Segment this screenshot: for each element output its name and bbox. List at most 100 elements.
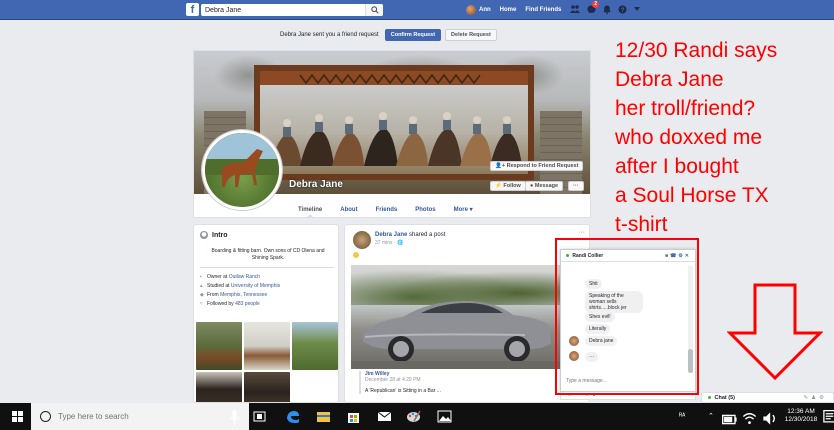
intro-work: ▪ Owner at Outlaw Ranch bbox=[200, 273, 280, 282]
divider bbox=[200, 267, 334, 268]
photo-thumbnail[interactable] bbox=[244, 322, 290, 370]
post-header: Debra Jane shared a post bbox=[375, 232, 445, 238]
post-timestamp[interactable]: 37 mins · 🌐 bbox=[375, 240, 403, 246]
tab-about[interactable]: About bbox=[331, 202, 366, 218]
task-view-icon[interactable] bbox=[252, 409, 267, 424]
avatar[interactable] bbox=[353, 231, 371, 249]
taskbar-search[interactable] bbox=[31, 403, 249, 430]
photos-icon[interactable] bbox=[437, 409, 452, 424]
intro-owner-link[interactable]: Outlaw Ranch bbox=[229, 274, 260, 280]
annotation-highlight-box bbox=[555, 238, 699, 395]
system-clock[interactable]: 12:36 AM 12/30/2018 bbox=[781, 408, 821, 424]
search-button[interactable] bbox=[365, 4, 383, 16]
follow-button-label: Follow bbox=[503, 183, 521, 189]
annotation-text: 12/30 Randi says Debra Jane her troll/fr… bbox=[615, 39, 778, 236]
nav-home[interactable]: Home bbox=[500, 7, 517, 13]
tab-photos[interactable]: Photos bbox=[406, 202, 444, 218]
intro-from-link[interactable]: Memphis, Tennessee bbox=[220, 292, 267, 298]
friend-requests-icon[interactable] bbox=[570, 5, 581, 15]
edge-browser-icon[interactable] bbox=[285, 409, 300, 424]
search-input[interactable] bbox=[201, 4, 365, 16]
chat-bar-icons: ✎♟⚙ bbox=[804, 393, 827, 403]
car-image bbox=[351, 301, 561, 369]
post-image[interactable] bbox=[351, 265, 561, 369]
messages-badge: 2 bbox=[592, 0, 600, 8]
intro-card: ● Intro Boarding & fitting barn. Own son… bbox=[193, 224, 339, 403]
help-icon[interactable]: ? bbox=[618, 4, 627, 16]
chat-sidebar-bar[interactable]: Chat (5) ✎♟⚙ bbox=[701, 392, 834, 403]
store-icon[interactable] bbox=[346, 409, 361, 424]
nav-find-friends[interactable]: Find Friends bbox=[525, 7, 561, 13]
search-icon bbox=[371, 6, 379, 14]
post-author[interactable]: Debra Jane bbox=[375, 232, 407, 238]
down-arrow-icon bbox=[727, 283, 823, 381]
windows-start-icon[interactable] bbox=[12, 411, 24, 423]
photo-thumbnail[interactable] bbox=[244, 372, 290, 402]
rss-icon: ≈ bbox=[200, 301, 203, 307]
shared-post-time[interactable]: December 28 at 4:29 PM bbox=[365, 377, 559, 383]
taskbar-search-input[interactable] bbox=[58, 410, 238, 423]
post-more-button[interactable]: ··· bbox=[578, 229, 585, 236]
confirm-request-button[interactable]: Confirm Request bbox=[384, 29, 442, 41]
smiley-emoji-icon bbox=[353, 252, 359, 258]
briefcase-icon: ▪ bbox=[200, 274, 202, 280]
photo-thumbnail[interactable] bbox=[292, 372, 338, 402]
intro-hometown: ◆ From Memphis, Tennessee bbox=[200, 291, 280, 300]
windows-taskbar: ᴿᴬ ⌃ 12:36 AM 12/30/2018 bbox=[0, 403, 834, 430]
follow-button[interactable]: ⚡ Follow bbox=[490, 181, 526, 191]
intro-education: ▴ Studied at University of Memphis bbox=[200, 282, 280, 291]
mail-icon[interactable] bbox=[377, 409, 392, 424]
people-icon[interactable]: ᴿᴬ bbox=[679, 403, 685, 430]
shared-post: Jim Willey December 28 at 4:29 PM A 'Rep… bbox=[359, 371, 559, 394]
volume-icon[interactable] bbox=[762, 411, 777, 426]
notifications-icon[interactable] bbox=[603, 5, 612, 16]
wifi-icon[interactable] bbox=[742, 411, 757, 426]
facebook-top-bar: f Ann Home Find Friends 2 ? bbox=[0, 0, 834, 20]
globe-icon: ● bbox=[200, 231, 208, 239]
intro-header: ● Intro bbox=[200, 231, 228, 239]
respond-friend-request-button[interactable]: 👤+ Respond to Friend Request bbox=[490, 161, 584, 171]
tab-friends[interactable]: Friends bbox=[367, 202, 407, 218]
clock-date: 12/30/2018 bbox=[784, 416, 818, 423]
gear-icon[interactable]: ⚙ bbox=[819, 395, 827, 401]
photo-thumbnail[interactable] bbox=[196, 322, 242, 370]
profile-tabs: Timeline About Friends Photos More ▾ bbox=[289, 202, 482, 218]
compose-icon[interactable]: ✎ bbox=[804, 395, 812, 401]
intro-title: Intro bbox=[212, 231, 228, 239]
avatar[interactable] bbox=[466, 5, 476, 15]
more-options-button[interactable]: ··· bbox=[568, 181, 584, 191]
delete-request-button[interactable]: Delete Request bbox=[445, 29, 497, 41]
intro-studied-link[interactable]: University of Memphis bbox=[231, 283, 280, 289]
intro-followed-link[interactable]: 483 people bbox=[235, 301, 260, 307]
profile-name[interactable]: Debra Jane bbox=[289, 179, 343, 190]
facebook-logo-icon[interactable]: f bbox=[186, 3, 199, 16]
intro-studied-label: Studied at bbox=[207, 283, 230, 289]
battery-icon[interactable] bbox=[722, 412, 737, 427]
photo-thumbnail[interactable] bbox=[196, 372, 242, 402]
message-button[interactable]: ● Message bbox=[525, 181, 564, 191]
respond-button-label: Respond to Friend Request bbox=[506, 163, 579, 169]
microphone-icon[interactable] bbox=[227, 410, 242, 425]
online-status-icon bbox=[708, 396, 711, 400]
cover-riders-art bbox=[260, 71, 528, 166]
tab-more[interactable]: More ▾ bbox=[445, 202, 482, 218]
intro-details: ▪ Owner at Outlaw Ranch ▴ Studied at Unive… bbox=[200, 273, 280, 309]
intro-owner-label: Owner at bbox=[207, 274, 228, 280]
account-menu-icon[interactable] bbox=[634, 7, 641, 13]
photo-thumbnail[interactable] bbox=[292, 322, 338, 370]
friend-request-bar: Debra Jane sent you a friend request Con… bbox=[280, 29, 497, 41]
paint-icon[interactable] bbox=[406, 409, 421, 424]
action-center-icon[interactable] bbox=[822, 410, 834, 425]
tab-timeline[interactable]: Timeline bbox=[289, 202, 331, 218]
contacts-icon[interactable]: ♟ bbox=[811, 395, 819, 401]
file-explorer-icon[interactable] bbox=[316, 409, 331, 424]
profile-picture[interactable] bbox=[202, 130, 282, 210]
message-button-label: Message bbox=[534, 183, 559, 189]
messenger-icon[interactable]: 2 bbox=[587, 0, 600, 16]
location-pin-icon: ◆ bbox=[200, 292, 204, 298]
chevron-up-icon[interactable]: ⌃ bbox=[708, 403, 714, 430]
nav-right: Ann Home Find Friends 2 ? bbox=[466, 0, 647, 20]
nav-user-name[interactable]: Ann bbox=[479, 7, 491, 13]
post-card: Debra Jane shared a post 37 mins · 🌐 ···… bbox=[344, 224, 590, 403]
chat-bar-label[interactable]: Chat (5) bbox=[715, 395, 735, 401]
